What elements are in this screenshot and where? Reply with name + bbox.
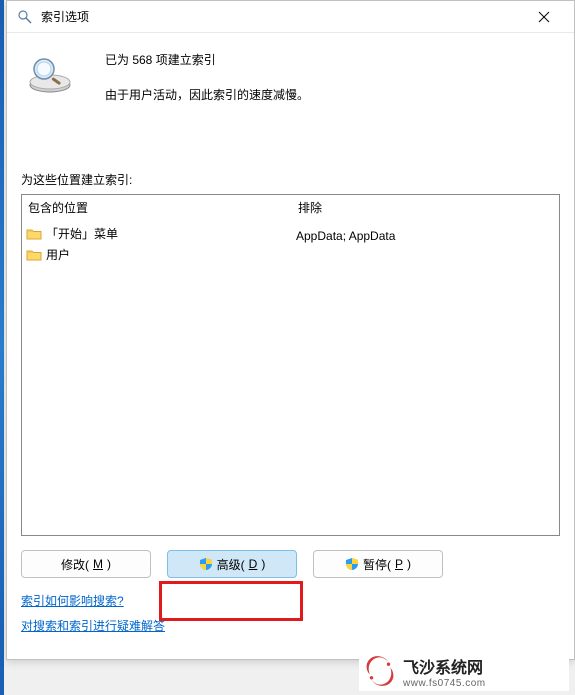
button-suffix: )	[407, 557, 411, 571]
pause-button[interactable]: 暂停( P)	[313, 550, 443, 578]
index-status-text: 由于用户活动，因此索引的速度减慢。	[105, 86, 560, 103]
button-suffix: )	[107, 557, 111, 571]
table-header: 包含的位置 排除	[22, 195, 559, 221]
folder-icon	[26, 227, 42, 241]
included-pane[interactable]: 「开始」菜单 用户	[22, 221, 292, 535]
button-label: 修改(	[61, 556, 89, 573]
col-header-exclude[interactable]: 排除	[292, 195, 559, 220]
button-label: 高级(	[217, 556, 245, 573]
dialog-content: 已为 568 项建立索引 由于用户活动，因此索引的速度减慢。 为这些位置建立索引…	[7, 33, 574, 659]
table-body: 「开始」菜单 用户 AppData; AppD	[22, 221, 559, 535]
help-links: 索引如何影响搜索? 对搜索和索引进行疑难解答	[21, 592, 560, 642]
info-text: 已为 568 项建立索引 由于用户活动，因此索引的速度减慢。	[79, 47, 560, 103]
dialog-title: 索引选项	[41, 8, 522, 25]
advanced-button[interactable]: 高级( D)	[167, 550, 297, 578]
close-button[interactable]	[522, 3, 566, 31]
locations-label: 为这些位置建立索引:	[21, 171, 560, 188]
button-suffix: )	[261, 557, 265, 571]
watermark-url: www.fs0745.com	[403, 678, 486, 689]
row-exclude: AppData; AppData	[296, 229, 395, 243]
button-accel: D	[249, 557, 258, 571]
exclude-pane[interactable]: AppData; AppData	[292, 221, 559, 535]
shield-icon	[345, 557, 359, 571]
modify-button[interactable]: 修改( M)	[21, 550, 151, 578]
watermark-text: 飞沙系统网 www.fs0745.com	[403, 654, 486, 689]
list-item[interactable]: 用户	[26, 244, 287, 265]
watermark-name: 飞沙系统网	[403, 654, 486, 678]
list-item[interactable]: 「开始」菜单	[26, 223, 287, 244]
button-accel: M	[93, 557, 103, 571]
button-label: 暂停(	[363, 556, 391, 573]
watermark-logo-icon	[363, 654, 397, 688]
button-accel: P	[395, 557, 403, 571]
list-item: AppData; AppData	[296, 227, 555, 245]
watermark: 飞沙系统网 www.fs0745.com	[359, 651, 569, 691]
link-how-affects-search[interactable]: 索引如何影响搜索?	[21, 592, 560, 609]
app-icon	[15, 7, 35, 27]
col-header-included[interactable]: 包含的位置	[22, 195, 292, 220]
indexing-options-dialog: 索引选项 已为 568 项建立索引 由于用户活动，因此索引的速度减慢。	[6, 0, 575, 660]
link-troubleshoot[interactable]: 对搜索和索引进行疑难解答	[21, 617, 560, 634]
locations-table: 包含的位置 排除 「开始」菜单	[21, 194, 560, 536]
magnifier-drive-icon	[21, 47, 79, 95]
row-name: 「开始」菜单	[46, 225, 118, 242]
shield-icon	[199, 557, 213, 571]
index-count-text: 已为 568 项建立索引	[105, 51, 560, 68]
button-row: 修改( M) 高级( D) 暂停( P)	[21, 550, 560, 578]
desktop-edge	[0, 0, 4, 695]
folder-icon	[26, 248, 42, 262]
info-row: 已为 568 项建立索引 由于用户活动，因此索引的速度减慢。	[21, 47, 560, 103]
titlebar: 索引选项	[7, 1, 574, 33]
row-name: 用户	[46, 246, 70, 263]
